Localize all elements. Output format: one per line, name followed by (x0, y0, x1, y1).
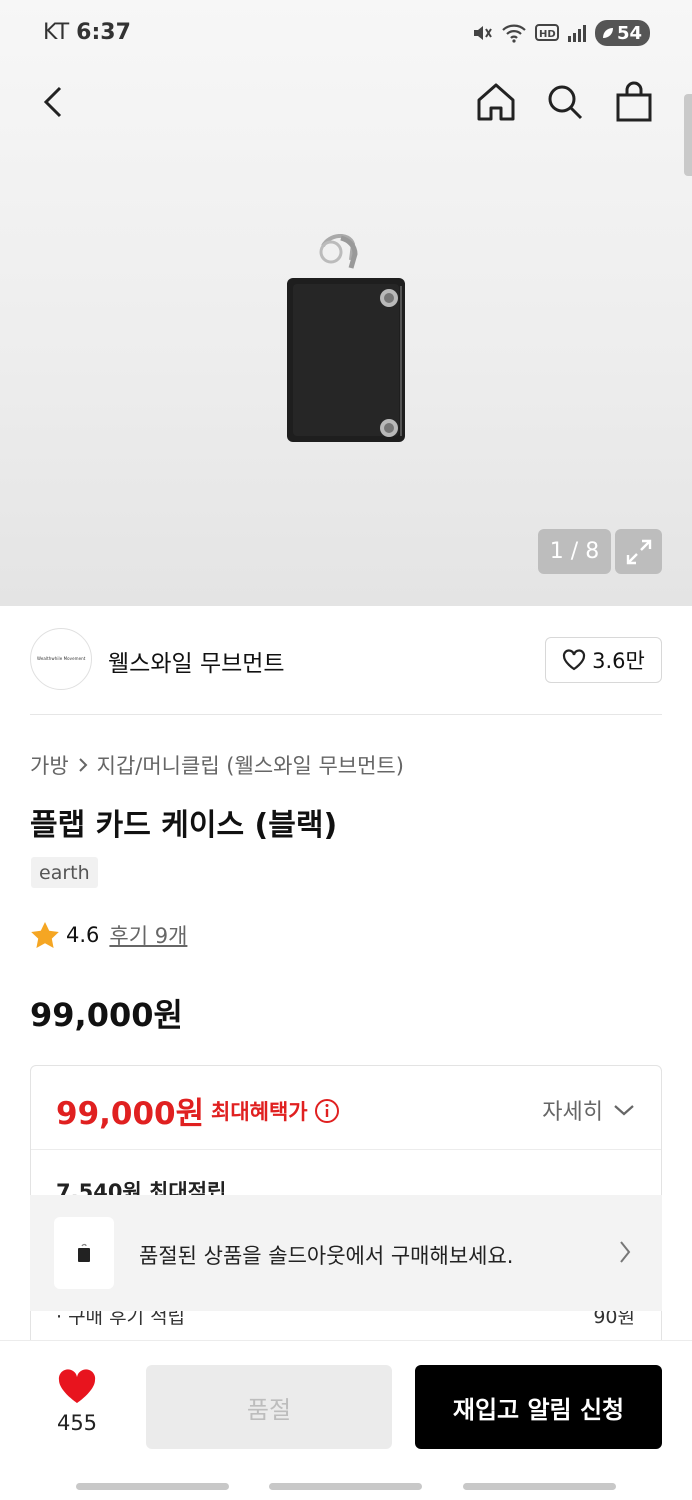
info-icon[interactable] (314, 1098, 340, 1124)
brand-row[interactable]: Wealthwhile Movement 웰스와일 무브먼트 3.6만 (30, 628, 662, 690)
product-title: 플랩 카드 케이스 (블랙) (30, 808, 338, 843)
battery-indicator: 54 (594, 20, 650, 46)
brand-logo[interactable]: Wealthwhile Movement (30, 628, 92, 690)
product-page: KT 6:37 HD 54 1 / 8 Wealthwhile Movement… (0, 0, 692, 1500)
signal-icon (567, 25, 586, 42)
divider (30, 714, 662, 715)
status-time: 6:37 (76, 20, 131, 45)
search-button[interactable] (541, 72, 589, 132)
system-nav-back[interactable] (463, 1483, 616, 1490)
wifi-icon (502, 24, 526, 43)
wishlist-button[interactable]: 455 (40, 1369, 114, 1449)
leaf-icon (602, 28, 613, 38)
bottom-action-bar: 455 품절 재입고 알림 신청 (0, 1340, 692, 1500)
scroll-indicator[interactable] (684, 94, 692, 176)
mute-icon (473, 26, 492, 40)
carrier-name: KT (43, 20, 70, 45)
svg-text:HD: HD (539, 29, 556, 40)
home-icon (477, 83, 515, 121)
status-icons: HD 54 (471, 20, 650, 46)
soldout-banner-text: 품절된 상품을 솔드아웃에서 구매해보세요. (139, 1244, 514, 1268)
rating-row: 4.6 후기 9개 (30, 920, 187, 950)
breadcrumb-subcategory[interactable]: 지갑/머니클립 (웰스와일 무브먼트) (97, 750, 404, 780)
top-nav (0, 72, 692, 132)
back-button[interactable] (30, 72, 78, 132)
shopping-bag-icon (616, 81, 652, 122)
brand-name[interactable]: 웰스와일 무브먼트 (108, 644, 285, 678)
max-benefit-price: 99,000원 (56, 1096, 205, 1132)
system-nav-home[interactable] (269, 1483, 422, 1490)
image-counter: 1 / 8 (538, 529, 611, 574)
brand-like-button[interactable]: 3.6만 (545, 637, 662, 683)
detail-label: 자세히 (542, 1100, 603, 1125)
brand-like-count: 3.6만 (592, 649, 645, 673)
home-button[interactable] (472, 72, 520, 132)
breadcrumb: 가방 지갑/머니클립 (웰스와일 무브먼트) (30, 750, 404, 780)
heart-icon (58, 1369, 96, 1403)
cart-button[interactable] (610, 72, 658, 132)
breadcrumb-category[interactable]: 가방 (30, 750, 69, 780)
product-gallery[interactable]: KT 6:37 HD 54 1 / 8 (0, 0, 692, 606)
soldout-button: 품절 (146, 1365, 392, 1449)
product-thumbnail-icon (78, 1243, 90, 1262)
chevron-left-icon (43, 86, 62, 118)
chevron-right-icon (78, 758, 88, 772)
battery-level: 54 (616, 22, 642, 44)
product-price: 99,000원 (30, 996, 183, 1034)
chevron-right-icon (620, 1241, 631, 1263)
heart-outline-icon (563, 649, 586, 671)
review-count-link[interactable]: 후기 9개 (109, 920, 187, 950)
product-tag[interactable]: earth (31, 857, 98, 888)
status-carrier: KT 6:37 (43, 20, 131, 45)
star-icon (31, 922, 59, 948)
status-bar: KT 6:37 HD 54 (0, 0, 692, 68)
chevron-down-icon (614, 1105, 634, 1116)
expand-icon (626, 539, 651, 564)
benefit-header: 99,000원 최대혜택가 자세히 (31, 1066, 661, 1150)
max-benefit-label-text: 최대혜택가 (211, 1100, 308, 1124)
expand-button[interactable] (615, 529, 662, 574)
system-nav-recent[interactable] (76, 1483, 229, 1490)
search-icon (548, 85, 583, 120)
hd-icon: HD (534, 24, 559, 41)
brand-logo-text: Wealthwhile Movement (36, 656, 86, 662)
banner-thumbnail (54, 1217, 114, 1289)
product-image (287, 234, 405, 442)
restock-alert-button[interactable]: 재입고 알림 신청 (415, 1365, 662, 1449)
soldout-banner[interactable]: 품절된 상품을 솔드아웃에서 구매해보세요. (30, 1195, 662, 1311)
wishlist-count: 455 (56, 1411, 98, 1435)
max-benefit-label: 최대혜택가 (211, 1096, 340, 1126)
benefit-detail-button[interactable]: 자세히 (542, 1094, 635, 1126)
rating-value: 4.6 (66, 923, 100, 947)
